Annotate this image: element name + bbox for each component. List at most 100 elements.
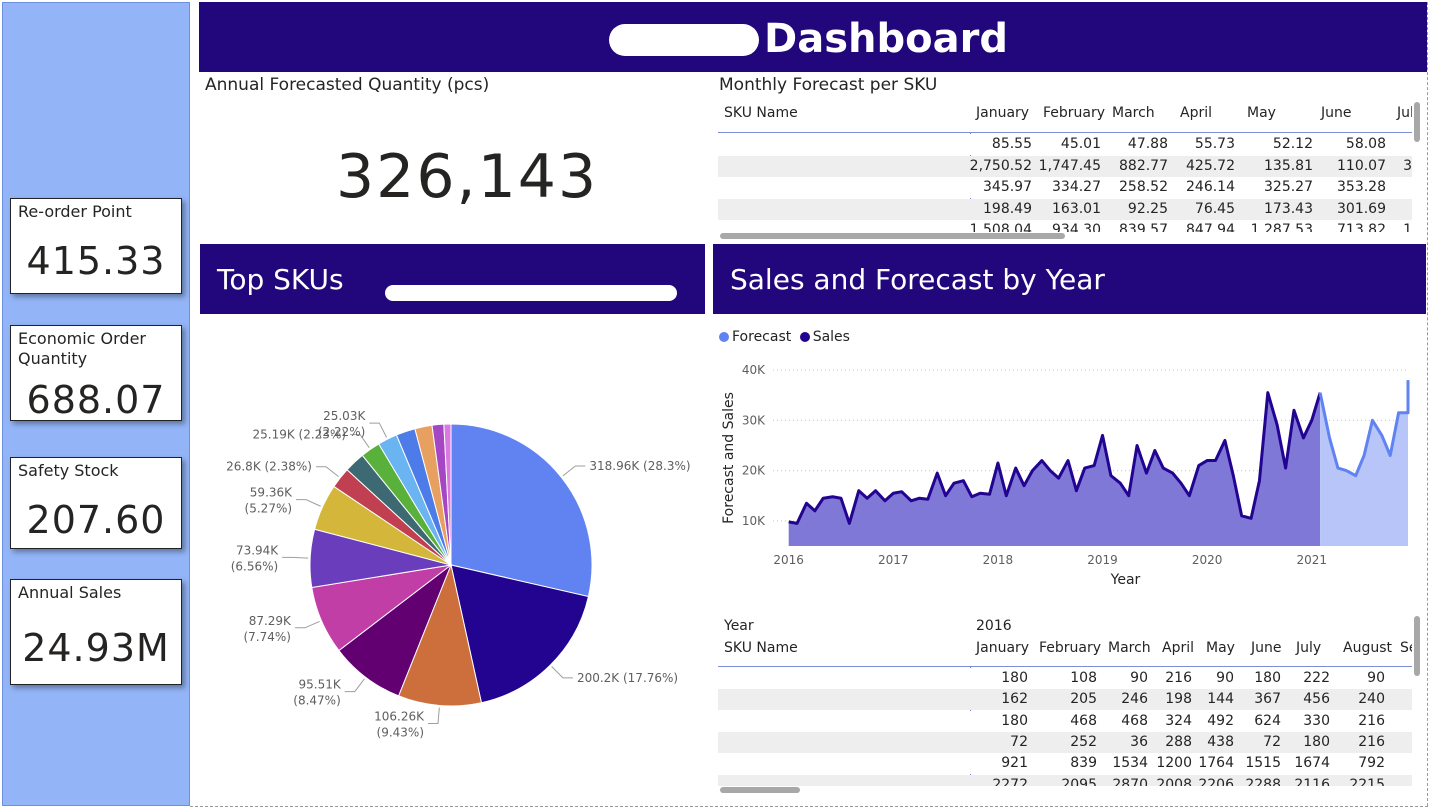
pie-data-label: (7.74%)	[243, 630, 290, 644]
column-header-sku[interactable]: SKU Name	[724, 640, 798, 656]
x-tick-label: 2016	[773, 553, 804, 567]
annual-forecast-value: 326,143	[336, 142, 599, 212]
column-header-sku[interactable]: SKU Name	[724, 105, 798, 121]
table-row[interactable]: 345.97 334.27 258.52 246.14 325.27 353.28	[718, 177, 1412, 198]
table-cell: 90	[1130, 670, 1148, 686]
x-tick-label: 2017	[878, 553, 909, 567]
column-header-month[interactable]: May	[1247, 105, 1276, 121]
pie-leader-line	[562, 465, 586, 477]
table-cell: 173.43	[1264, 200, 1313, 217]
y-tick-label: 30K	[742, 413, 766, 427]
table-row[interactable]: 72 252 36 288 438 72 180 216	[718, 731, 1412, 753]
column-header-month[interactable]: January	[976, 640, 1029, 656]
column-header-month[interactable]: February	[1039, 640, 1101, 656]
pie-leader-line	[315, 466, 339, 478]
pie-data-label: (9.43%)	[377, 725, 424, 739]
pie-data-label: 318.96K (28.3%)	[589, 459, 690, 473]
table-cell: 353.28	[1337, 179, 1386, 195]
monthly-forecast-table[interactable]: SKU Name January February March April Ma…	[718, 100, 1412, 232]
column-header-month[interactable]: June	[1321, 105, 1352, 121]
table-cell: 1200	[1156, 755, 1192, 772]
year-value: 2016	[976, 618, 1012, 634]
column-header-month[interactable]: March	[1112, 105, 1155, 121]
table-row[interactable]: 2272 2095 2870 2008 2206 2288 2116 2215	[718, 774, 1412, 787]
table-cell: 92.25	[1127, 200, 1168, 217]
column-header-month[interactable]: June	[1251, 640, 1282, 656]
kpi-value: 688.07	[26, 378, 166, 422]
sales-area	[788, 392, 1321, 546]
top-skus-pie-chart[interactable]: 318.96K (28.3%) 200.2K (17.76%) 106.26K (9.…	[200, 320, 705, 740]
column-header-month[interactable]: February	[1043, 105, 1105, 121]
pie-data-label: (5.27%)	[245, 502, 292, 516]
table-cell: 85.55	[991, 136, 1032, 152]
column-header-month[interactable]: August	[1343, 640, 1392, 656]
pie-data-label: 26.8K (2.38%)	[226, 460, 312, 474]
y-tick-label: 20K	[742, 464, 766, 478]
pie-leader-line	[344, 678, 365, 693]
column-header-month[interactable]: May	[1206, 640, 1235, 656]
horizontal-scrollbar[interactable]	[720, 233, 1065, 239]
kpi-value: 207.60	[26, 498, 166, 542]
table-cell: 110.07	[1337, 157, 1386, 174]
pie-leader-line	[551, 666, 573, 679]
kpi-label: Economic Order Quantity	[18, 329, 147, 368]
table-cell: 180	[1001, 670, 1028, 686]
table-row[interactable]: 198.49 163.01 92.25 76.45 173.43 301.69	[718, 198, 1412, 220]
table-cell: 216	[1358, 733, 1385, 750]
kpi-card-reorder-point[interactable]: Re-order Point 415.33	[10, 198, 182, 294]
x-tick-label: 2021	[1296, 553, 1327, 567]
table-cell: 45.01	[1060, 136, 1101, 152]
table-row[interactable]: 180 108 90 216 90 180 222 90	[718, 668, 1412, 689]
column-header-month[interactable]: January	[976, 105, 1029, 121]
horizontal-scrollbar[interactable]	[720, 787, 800, 793]
table-cell: 216	[1358, 712, 1385, 729]
table-row[interactable]: 85.55 45.01 47.88 55.73 52.12 58.08	[718, 134, 1412, 155]
table-cell: 216	[1165, 670, 1192, 686]
kpi-card-economic-order-quantity[interactable]: Economic Order Quantity 688.07	[10, 325, 182, 422]
kpi-label: Annual Sales	[18, 583, 122, 602]
pie-data-label: 106.26K	[374, 709, 425, 723]
column-header-month[interactable]: Se	[1400, 640, 1412, 656]
kpi-card-safety-stock[interactable]: Safety Stock 207.60	[10, 457, 182, 549]
table-cell: 222	[1303, 670, 1330, 686]
yearly-sales-table[interactable]: Year 2016 SKU Name January February Marc…	[718, 614, 1412, 786]
column-header-month[interactable]: July	[1296, 640, 1321, 656]
table-row[interactable]: 2,750.52 1,747.45 882.77 425.72 135.81 110.07…	[718, 155, 1412, 177]
legend-item-forecast[interactable]: Forecast	[719, 329, 791, 345]
pie-data-label: 87.29K	[249, 614, 292, 628]
column-header-month[interactable]: April	[1162, 640, 1194, 656]
y-tick-label: 40K	[742, 363, 766, 377]
legend-item-sales[interactable]: Sales	[799, 329, 850, 345]
table-cell: 334.27	[1052, 179, 1101, 195]
sales-forecast-area-chart[interactable]: 10K 20K 30K 40K 2016 2017 2018 2019 2020 2021 Year…	[713, 350, 1426, 600]
table-cell: 162	[1001, 691, 1028, 708]
column-header-month[interactable]: April	[1180, 105, 1212, 121]
table-row[interactable]: 180 468 468 324 492 624 330 216	[718, 710, 1412, 732]
table-row[interactable]: 921 839 1534 1200 1764 1515 1674 792	[718, 753, 1412, 775]
table-cell: 839	[1070, 755, 1097, 772]
table-row[interactable]: 162 205 246 198 144 367 456 240	[718, 689, 1412, 711]
pie-data-label: 200.2K (17.76%)	[577, 671, 678, 685]
canvas-border	[190, 806, 1428, 808]
table-cell: 90	[1367, 670, 1385, 686]
table-cell: 1,747.45	[1038, 157, 1101, 174]
table-cell: 52.12	[1272, 136, 1313, 152]
kpi-card-annual-sales[interactable]: Annual Sales 24.93M	[10, 579, 182, 685]
pie-data-label: (2.22%)	[318, 425, 365, 439]
table-cell: 1674	[1294, 755, 1330, 772]
header-divider	[718, 666, 1412, 667]
vertical-scrollbar[interactable]	[1414, 616, 1420, 676]
table-row[interactable]: 1,508.04 934.30 839.57 847.94 1,287.53 713.82…	[718, 220, 1412, 232]
table-cell: 1764	[1198, 755, 1234, 772]
top-skus-title: Top SKUs	[217, 263, 344, 296]
vertical-scrollbar[interactable]	[1414, 102, 1420, 142]
canvas-border	[1427, 2, 1429, 806]
table-cell: 55.73	[1194, 136, 1235, 152]
table-cell: 468	[1121, 712, 1148, 729]
column-header-month[interactable]: Jul	[1397, 105, 1412, 121]
table-cell: 198.49	[983, 200, 1032, 217]
table-cell: 2215	[1349, 776, 1385, 787]
column-header-month[interactable]: March	[1108, 640, 1151, 656]
pie-data-label: 73.94K	[236, 543, 279, 557]
redaction-mark	[385, 285, 677, 301]
